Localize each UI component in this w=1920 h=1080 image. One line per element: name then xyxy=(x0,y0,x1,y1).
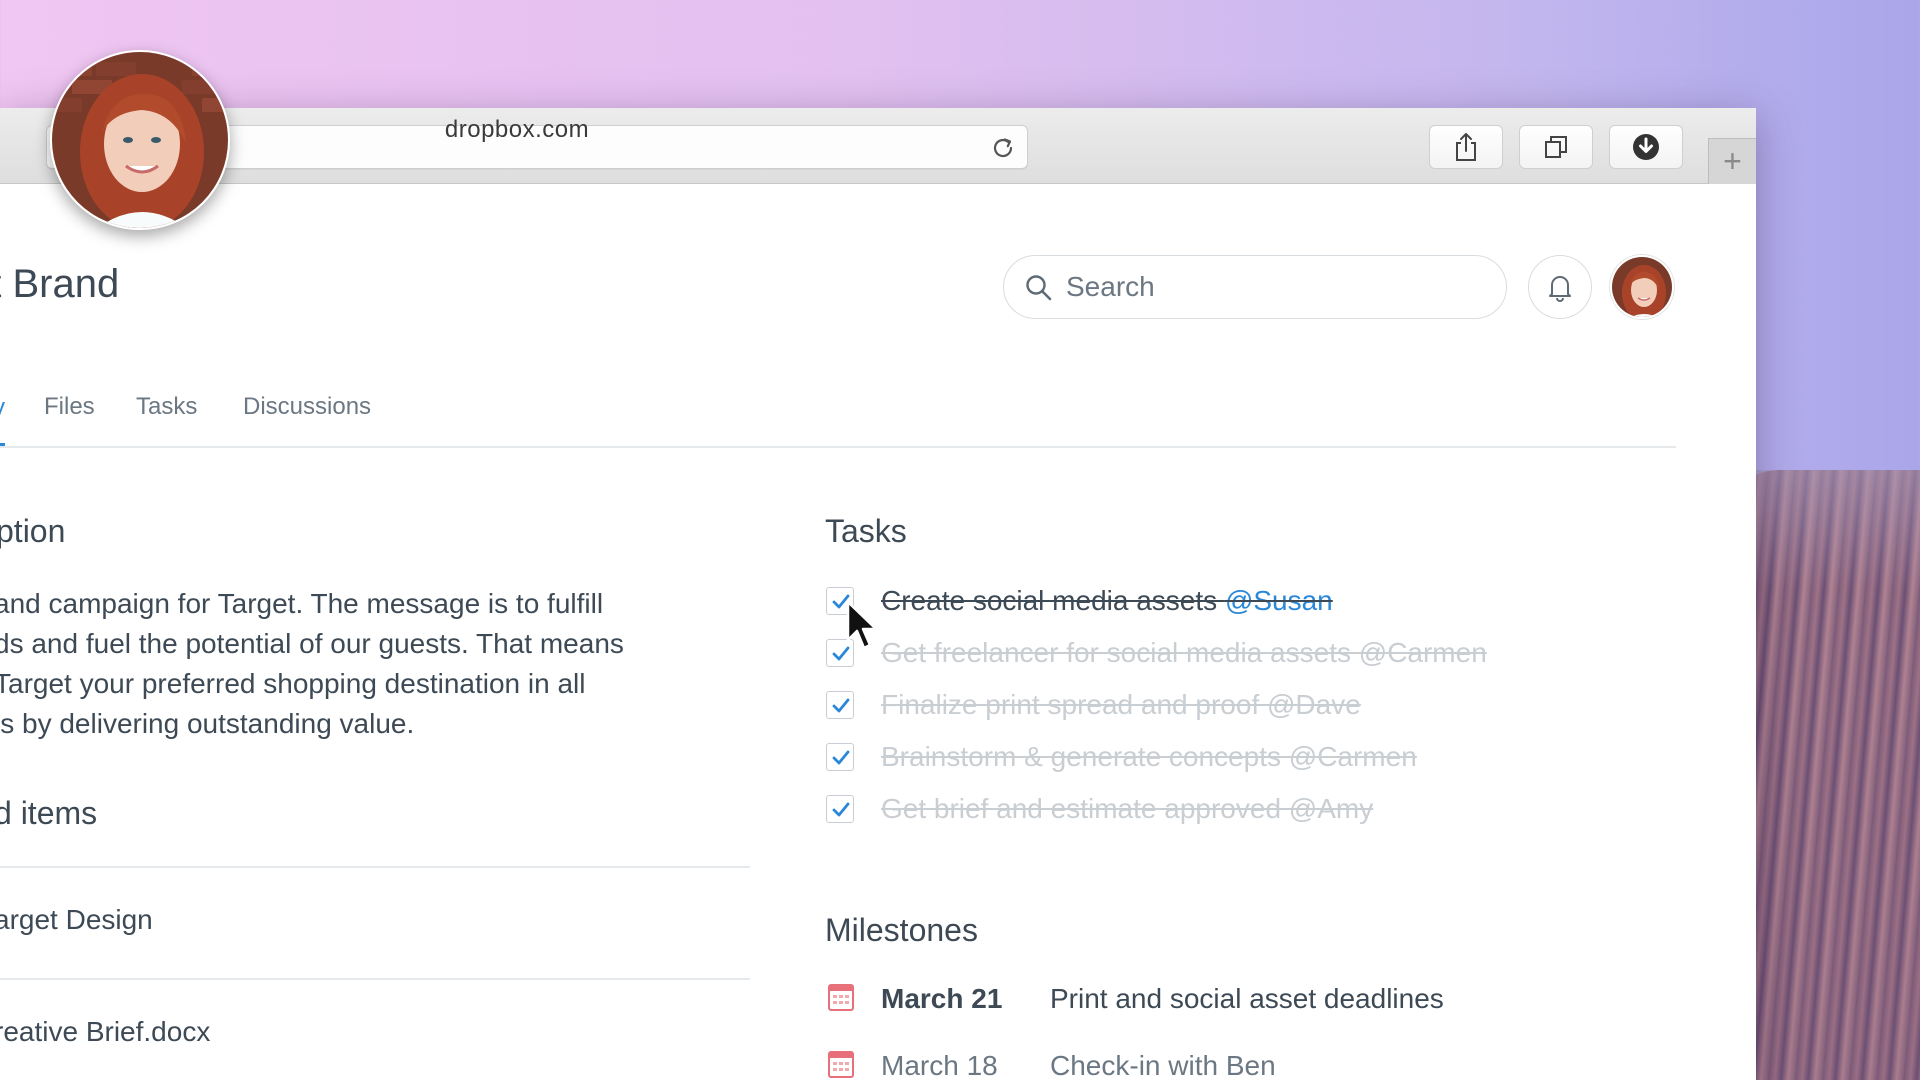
milestone-date: March 21 xyxy=(881,983,1003,1014)
search-icon xyxy=(1026,275,1052,301)
check-icon xyxy=(832,698,850,713)
task-text[interactable]: Get freelancer for social media assets @… xyxy=(881,635,1487,671)
user-avatar[interactable] xyxy=(1610,255,1674,319)
related-item[interactable]: arget Design xyxy=(0,904,153,936)
related-items-heading: d items xyxy=(0,795,98,831)
task-item: Create social media assets @Susan xyxy=(826,583,1646,619)
description-line: ls by delivering outstanding value. xyxy=(0,708,415,739)
divider xyxy=(0,978,750,980)
check-icon xyxy=(832,750,850,765)
desktop-wallpaper-rock xyxy=(1740,470,1920,1080)
description-line: ds and fuel the potential of our guests.… xyxy=(0,628,624,659)
milestone-item: March 21 Print and social asset deadline… xyxy=(826,979,1626,1019)
task-text[interactable]: Create social media assets @Susan xyxy=(881,583,1333,619)
milestone-date: March 18 xyxy=(881,1050,998,1080)
tasks-heading: Tasks xyxy=(825,513,907,549)
tab-activity-label: y xyxy=(0,394,5,422)
task-item: Get brief and estimate approved @Amy xyxy=(826,791,1646,827)
browser-toolbar: dropbox.com + xyxy=(0,108,1756,184)
search-input[interactable] xyxy=(1066,256,1486,318)
tabs-icon xyxy=(1545,136,1567,158)
description-line: and campaign for Target. The message is … xyxy=(0,588,604,619)
new-tab-button[interactable]: + xyxy=(1708,138,1756,184)
task-item: Brainstorm & generate concepts @Carmen xyxy=(826,739,1646,775)
tab-activity[interactable]: y xyxy=(0,390,5,446)
task-text[interactable]: Finalize print spread and proof @Dave xyxy=(881,687,1361,723)
milestone-text[interactable]: Print and social asset deadlines xyxy=(1050,979,1444,1019)
share-icon xyxy=(1456,133,1476,161)
milestones-heading: Milestones xyxy=(825,912,978,948)
divider xyxy=(0,866,750,868)
milestone-text[interactable]: Check-in with Ben xyxy=(1050,1046,1276,1080)
bell-icon xyxy=(1549,276,1571,302)
tab-discussions[interactable]: Discussions xyxy=(243,393,371,421)
tab-tasks[interactable]: Tasks xyxy=(136,393,197,421)
show-tabs-button[interactable] xyxy=(1519,125,1593,169)
task-checkbox[interactable] xyxy=(826,795,854,823)
milestone-item: March 18 Check-in with Ben xyxy=(826,1046,1626,1080)
task-label: Create social media assets xyxy=(881,585,1225,616)
profile-photo-large xyxy=(50,50,230,230)
search-box[interactable] xyxy=(1003,255,1507,319)
task-checkbox[interactable] xyxy=(826,691,854,719)
cursor-icon xyxy=(846,600,878,650)
plus-icon: + xyxy=(1723,143,1742,179)
tab-files[interactable]: Files xyxy=(44,393,95,421)
notifications-button[interactable] xyxy=(1528,255,1592,319)
description-line: Target your preferred shopping destinati… xyxy=(0,668,586,699)
downloads-button[interactable] xyxy=(1609,125,1683,169)
calendar-icon xyxy=(828,984,854,1011)
task-item: Get freelancer for social media assets @… xyxy=(826,635,1646,671)
task-mention[interactable]: @Susan xyxy=(1225,585,1333,616)
share-button[interactable] xyxy=(1429,125,1503,169)
task-item: Finalize print spread and proof @Dave xyxy=(826,687,1646,723)
description-text: and campaign for Target. The message is … xyxy=(0,584,694,744)
page-title: et Brand xyxy=(0,262,120,306)
related-item[interactable]: reative Brief.docx xyxy=(0,1016,210,1048)
check-icon xyxy=(832,802,850,817)
calendar-icon xyxy=(828,1051,854,1078)
description-heading: ption xyxy=(0,513,66,549)
task-text[interactable]: Get brief and estimate approved @Amy xyxy=(881,791,1373,827)
task-checkbox[interactable] xyxy=(826,743,854,771)
task-text[interactable]: Brainstorm & generate concepts @Carmen xyxy=(881,739,1417,775)
download-icon xyxy=(1633,134,1659,160)
